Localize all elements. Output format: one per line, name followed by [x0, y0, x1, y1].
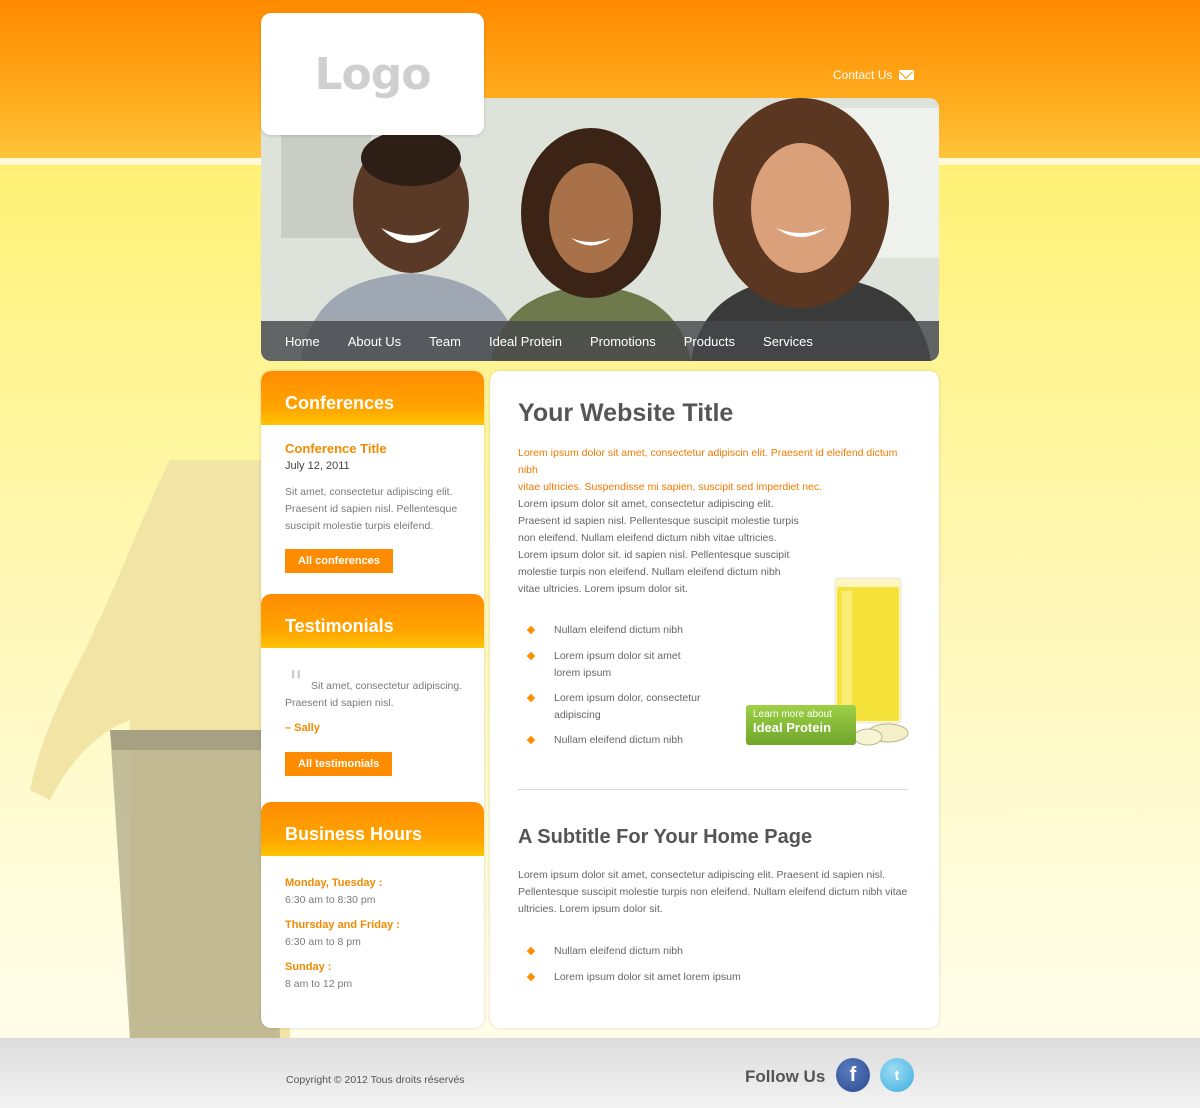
contact-label: Contact Us	[833, 68, 893, 82]
body-line: Pellentesque suscipit molestie turpis no…	[518, 886, 908, 898]
hours-time: 8 am to 12 pm	[285, 978, 353, 990]
body-line: Lorem ipsum dolor sit. id sapien nisl. P…	[518, 549, 790, 561]
list-item-text: Nullam eleifend dictum nibh	[554, 624, 683, 636]
hours-time: 6:30 am to 8 pm	[285, 936, 361, 948]
business-hours-heading: Business Hours	[261, 802, 484, 856]
conferences-heading: Conferences	[261, 371, 484, 425]
conference-text: Sit amet, consectetur adipiscing elit. P…	[285, 484, 457, 535]
list-item: Lorem ipsum dolor, consectetur adipiscin…	[526, 690, 701, 724]
nav-services[interactable]: Services	[749, 334, 827, 349]
nav-home[interactable]: Home	[271, 334, 334, 349]
nav-promotions[interactable]: Promotions	[576, 334, 670, 349]
conference-date: July 12, 2011	[285, 460, 350, 472]
facebook-icon[interactable]: f	[836, 1058, 870, 1092]
testimonial-quote: Sit amet, consectetur adipiscing. Praese…	[285, 678, 462, 712]
main-content: Your Website Title Lorem ipsum dolor sit…	[490, 371, 939, 1028]
body-line: vitae ultricies. Lorem ipsum dolor sit.	[518, 583, 688, 595]
list-item: Nullam eleifend dictum nibh	[526, 732, 683, 749]
contact-link[interactable]: Contact Us	[833, 68, 915, 82]
list-item-text: Nullam eleifend dictum nibh	[554, 734, 683, 746]
testimonials-heading: Testimonials	[261, 594, 484, 648]
follow-us-label: Follow Us	[745, 1067, 826, 1086]
text-line: Sit amet, consectetur adipiscing elit.	[285, 486, 453, 498]
hours-days: Monday, Tuesday :	[285, 877, 383, 889]
subtitle-text: Lorem ipsum dolor sit amet, consectetur …	[518, 867, 907, 918]
promo-line: Learn more about	[753, 709, 832, 720]
hours-time: 6:30 am to 8:30 pm	[285, 894, 376, 906]
page-title: Your Website Title	[518, 399, 734, 427]
list-item: Nullam eleifend dictum nibh	[526, 943, 683, 960]
promo-title: Ideal Protein	[753, 720, 832, 735]
all-conferences-button[interactable]: All conferences	[285, 549, 393, 573]
list-item: Lorem ipsum dolor sit amet lorem ipsum	[526, 969, 741, 986]
body-line: Lorem ipsum dolor sit amet, consectetur …	[518, 498, 774, 510]
nav-ideal-protein[interactable]: Ideal Protein	[475, 334, 576, 349]
quote-line: Praesent id sapien nisl.	[285, 697, 394, 709]
footer: Copyright © 2012 Tous droits réservés Fo…	[0, 1038, 1200, 1108]
list-item-text: Lorem ipsum dolor sit amet	[554, 650, 681, 662]
main-nav: Home About Us Team Ideal Protein Promoti…	[261, 321, 939, 361]
weight-loss-silhouette-image	[30, 460, 290, 1040]
divider	[518, 789, 908, 790]
list-item: Nullam eleifend dictum nibh	[526, 622, 683, 639]
text-line: Praesent id sapien nisl. Pellentesque	[285, 503, 458, 515]
hours-days: Sunday :	[285, 961, 332, 973]
nav-about-us[interactable]: About Us	[334, 334, 415, 349]
testimonial-author: – Sally	[285, 722, 320, 734]
conference-title[interactable]: Conference Title	[285, 441, 387, 456]
body-line: molestie turpis non eleifend. Nullam ele…	[518, 566, 781, 578]
sidebar: Conferences Conference Title July 12, 20…	[261, 371, 484, 1028]
lead-line: Lorem ipsum dolor sit amet, consectetur …	[518, 447, 898, 476]
list-item-text: Lorem ipsum dolor, consectetur	[554, 692, 701, 704]
lead-text: Lorem ipsum dolor sit amet, consectetur …	[518, 445, 910, 496]
subtitle: A Subtitle For Your Home Page	[518, 826, 813, 848]
nav-team[interactable]: Team	[415, 334, 475, 349]
twitter-icon[interactable]: t	[880, 1058, 914, 1092]
copyright: Copyright © 2012 Tous droits réservés	[286, 1074, 465, 1086]
nav-products[interactable]: Products	[670, 334, 749, 349]
lead-line: vitae ultricies. Suspendisse mi sapien, …	[518, 481, 823, 493]
body-text: Lorem ipsum dolor sit amet, consectetur …	[518, 496, 799, 598]
hours-days: Thursday and Friday :	[285, 919, 400, 931]
envelope-icon	[899, 70, 915, 80]
list-item: Lorem ipsum dolor sit amet lorem ipsum	[526, 648, 681, 682]
list-item-text: Nullam eleifend dictum nibh	[554, 945, 683, 957]
all-testimonials-button[interactable]: All testimonials	[285, 752, 393, 776]
text-line: suscipit molestie turpis eleifend.	[285, 520, 434, 532]
logo[interactable]: Logo	[261, 13, 484, 135]
list-item-text: adipiscing	[554, 709, 601, 721]
body-line: Praesent id sapien nisl. Pellentesque su…	[518, 515, 799, 527]
list-item-text: lorem ipsum	[554, 667, 612, 679]
quote-line: Sit amet, consectetur adipiscing.	[311, 680, 463, 692]
body-line: Lorem ipsum dolor sit amet, consectetur …	[518, 869, 886, 881]
body-line: non eleifend. Nullam eleifend dictum nib…	[518, 532, 777, 544]
ideal-protein-promo[interactable]: Learn more about Ideal Protein	[746, 705, 856, 745]
hero-banner: Home About Us Team Ideal Protein Promoti…	[261, 98, 939, 361]
list-item-text: Lorem ipsum dolor sit amet lorem ipsum	[554, 971, 741, 983]
logo-text: Logo	[314, 48, 432, 100]
body-line: ultricies. Lorem ipsum dolor sit.	[518, 903, 663, 915]
